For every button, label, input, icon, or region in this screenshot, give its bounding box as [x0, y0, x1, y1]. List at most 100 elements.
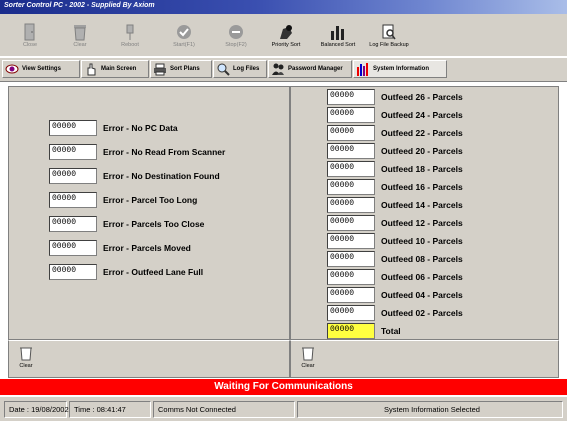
- status-comms: Comms Not Connected: [153, 401, 295, 418]
- outfeed-count: 00000: [327, 179, 375, 195]
- status-time: Time : 08:41:47: [69, 401, 151, 418]
- search-icon: [216, 62, 230, 76]
- outfeed-row: 00000 Outfeed 14 - Parcels: [327, 197, 463, 213]
- outfeed-label: Outfeed 14 - Parcels: [381, 200, 463, 210]
- users-icon: [271, 62, 285, 76]
- outfeeds-panel: 00000 Outfeed 26 - Parcels 00000 Outfeed…: [290, 86, 559, 340]
- outfeed-count: 00000: [327, 269, 375, 285]
- toolbar: Close Clear Reboot Start(F1) Stop(F2) Pr…: [0, 18, 567, 56]
- outfeed-count: 00000: [327, 107, 375, 123]
- status-info: System Information Selected: [297, 401, 563, 418]
- outfeed-label: Outfeed 10 - Parcels: [381, 236, 463, 246]
- tab-label: System Information: [373, 66, 430, 72]
- priority-sort-label: Priority Sort: [271, 42, 301, 48]
- outfeed-count: 00000: [327, 305, 375, 321]
- clear-label: Clear: [19, 363, 33, 369]
- magnifier-icon: [360, 22, 418, 42]
- clear-label: Clear: [73, 42, 87, 48]
- outfeed-count: 00000: [327, 161, 375, 177]
- bar-chart-icon: [356, 62, 370, 76]
- error-row: 00000 Error - Parcels Moved: [49, 240, 191, 256]
- error-count: 00000: [49, 216, 97, 232]
- close-button[interactable]: Close: [6, 22, 54, 54]
- plug-icon: [106, 22, 154, 42]
- door-exit-icon: [6, 22, 54, 42]
- outfeeds-footer: Clear: [290, 340, 559, 378]
- printer-icon: [153, 62, 167, 76]
- error-count: 00000: [49, 120, 97, 136]
- total-label: Total: [381, 326, 401, 336]
- error-row: 00000 Error - No Destination Found: [49, 168, 220, 184]
- error-row: 00000 Error - No Read From Scanner: [49, 144, 225, 160]
- balanced-sort-label: Balanced Sort: [320, 42, 356, 48]
- error-row: 00000 Error - No PC Data: [49, 120, 178, 136]
- tab-label: Sort Plans: [170, 66, 200, 72]
- tab-label: View Settings: [22, 66, 61, 72]
- log-file-backup-label: Log File Backup: [369, 42, 409, 48]
- reboot-button[interactable]: Reboot: [106, 22, 154, 54]
- total-row: 00000 Total: [327, 323, 401, 339]
- outfeed-label: Outfeed 20 - Parcels: [381, 146, 463, 156]
- log-file-backup-button[interactable]: Log File Backup: [360, 22, 418, 54]
- error-label: Error - Parcels Too Close: [103, 219, 205, 229]
- outfeed-row: 00000 Outfeed 06 - Parcels: [327, 269, 463, 285]
- outfeed-count: 00000: [327, 287, 375, 303]
- tab-main-screen[interactable]: Main Screen: [81, 60, 149, 78]
- error-label: Error - No PC Data: [103, 123, 178, 133]
- outfeed-count: 00000: [327, 215, 375, 231]
- status-date: Date : 19/08/2002: [4, 401, 69, 418]
- outfeed-label: Outfeed 04 - Parcels: [381, 290, 463, 300]
- outfeed-row: 00000 Outfeed 22 - Parcels: [327, 125, 463, 141]
- outfeed-label: Outfeed 26 - Parcels: [381, 92, 463, 102]
- stop-label: Stop(F2): [225, 42, 247, 48]
- error-count: 00000: [49, 144, 97, 160]
- error-count: 00000: [49, 192, 97, 208]
- window-title: Sorter Control PC - 2002 - Supplied By A…: [0, 0, 567, 19]
- outfeed-count: 00000: [327, 125, 375, 141]
- outfeed-label: Outfeed 24 - Parcels: [381, 110, 463, 120]
- errors-footer: Clear: [8, 340, 290, 378]
- outfeed-label: Outfeed 06 - Parcels: [381, 272, 463, 282]
- priority-sort-button[interactable]: Priority Sort: [262, 22, 310, 54]
- tab-sort-plans[interactable]: Sort Plans: [150, 60, 212, 78]
- outfeed-count: 00000: [327, 251, 375, 267]
- clear-outfeeds-button[interactable]: Clear: [297, 345, 319, 369]
- error-row: 00000 Error - Outfeed Lane Full: [49, 264, 203, 280]
- bin-icon: [297, 345, 319, 363]
- close-label: Close: [22, 42, 38, 48]
- reboot-label: Reboot: [121, 42, 139, 48]
- start-icon: [160, 22, 208, 42]
- eye-icon: [5, 62, 19, 76]
- outfeed-row: 00000 Outfeed 26 - Parcels: [327, 89, 463, 105]
- start-label: Start(F1): [173, 42, 195, 48]
- total-count: 00000: [327, 323, 375, 339]
- outfeed-row: 00000 Outfeed 04 - Parcels: [327, 287, 463, 303]
- priority-sort-icon: [262, 22, 310, 42]
- outfeed-row: 00000 Outfeed 08 - Parcels: [327, 251, 463, 267]
- tab-label: Main Screen: [101, 66, 137, 72]
- clear-errors-button[interactable]: Clear: [15, 345, 37, 369]
- balanced-sort-icon: [314, 22, 362, 42]
- tab-system-information[interactable]: System Information: [353, 60, 447, 78]
- error-count: 00000: [49, 264, 97, 280]
- error-count: 00000: [49, 240, 97, 256]
- error-row: 00000 Error - Parcels Too Close: [49, 216, 204, 232]
- tab-view-settings[interactable]: View Settings: [2, 60, 80, 78]
- balanced-sort-button[interactable]: Balanced Sort: [314, 22, 362, 54]
- outfeed-row: 00000 Outfeed 24 - Parcels: [327, 107, 463, 123]
- bin-icon: [15, 345, 37, 363]
- outfeed-label: Outfeed 12 - Parcels: [381, 218, 463, 228]
- stop-button[interactable]: Stop(F2): [212, 22, 260, 54]
- outfeed-count: 00000: [327, 89, 375, 105]
- tab-label: Password Manager: [288, 66, 343, 72]
- status-bar: Date : 19/08/2002 Time : 08:41:47 Comms …: [0, 397, 567, 421]
- bin-icon: [56, 22, 104, 42]
- start-button[interactable]: Start(F1): [160, 22, 208, 54]
- tab-log-files[interactable]: Log Files: [213, 60, 267, 78]
- communications-banner: Waiting For Communications: [0, 379, 567, 395]
- clear-button[interactable]: Clear: [56, 22, 104, 54]
- tab-password-manager[interactable]: Password Manager: [268, 60, 352, 78]
- errors-panel: 00000 Error - No PC Data 00000 Error - N…: [8, 86, 290, 340]
- outfeed-label: Outfeed 08 - Parcels: [381, 254, 463, 264]
- error-count: 00000: [49, 168, 97, 184]
